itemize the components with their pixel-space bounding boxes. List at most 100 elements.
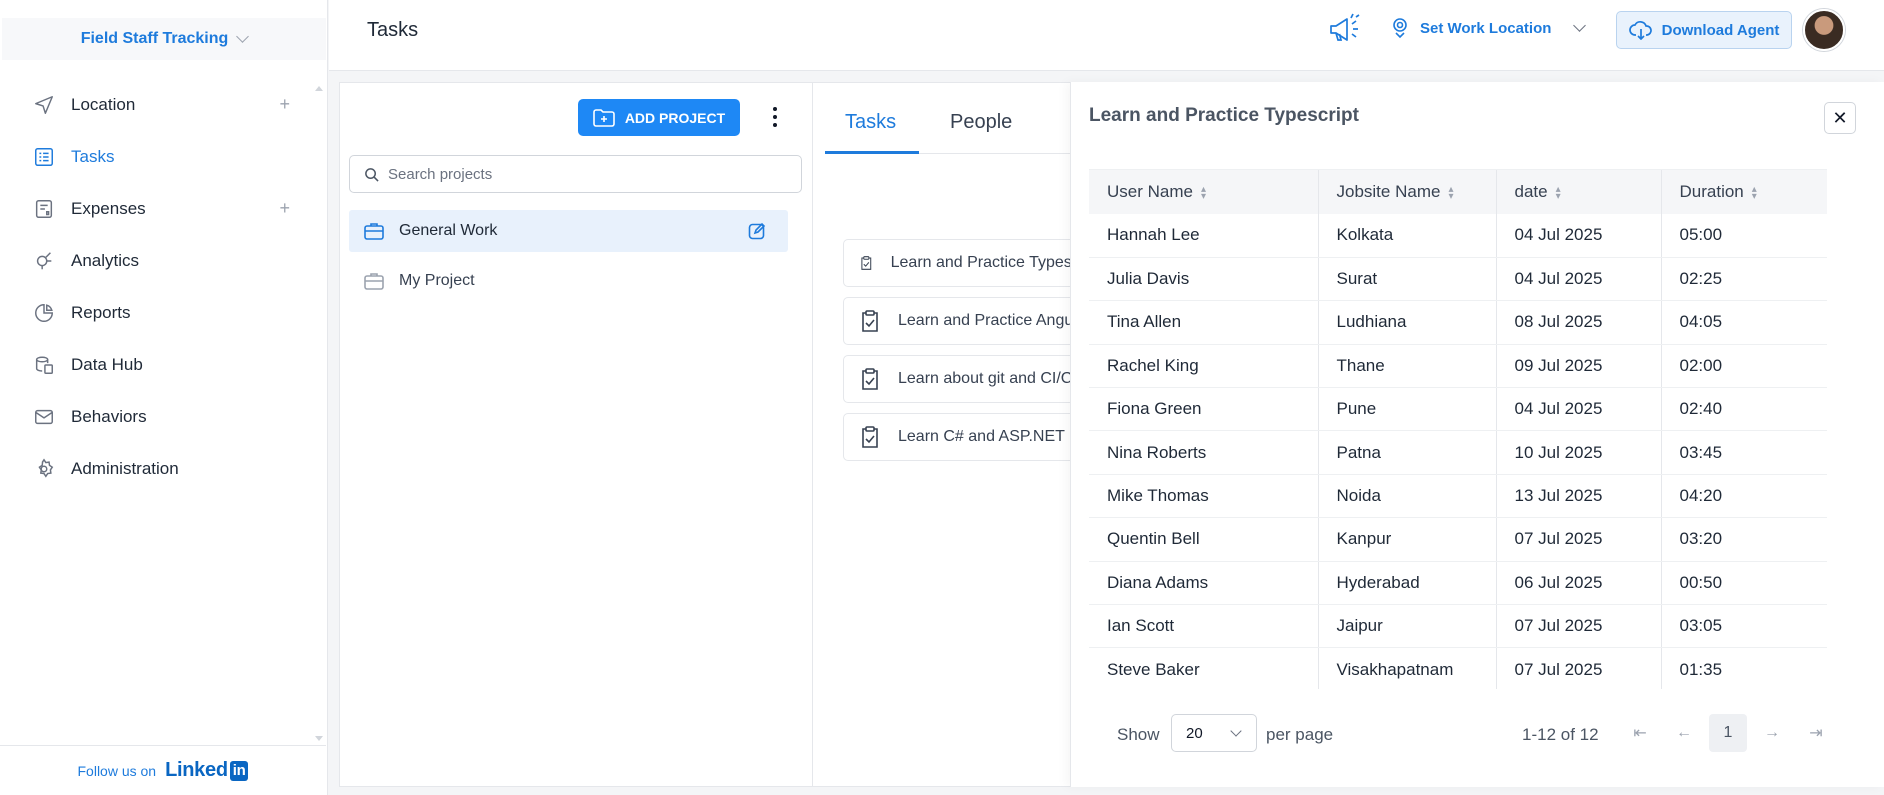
cell-duration: 02:40	[1661, 387, 1827, 432]
task-card[interactable]: Learn and Practice Angular	[843, 297, 1103, 345]
megaphone-icon[interactable]	[1327, 12, 1365, 46]
download-agent-button[interactable]: Download Agent	[1616, 11, 1792, 49]
cell-date: 09 Jul 2025	[1496, 344, 1662, 389]
pager: ⇤ ← 1 → ⇥	[1621, 714, 1835, 752]
edit-icon[interactable]	[748, 222, 766, 240]
sidebar-item-label: Tasks	[71, 147, 115, 166]
add-expense-icon[interactable]: +	[279, 199, 290, 217]
table-row[interactable]: Nina Roberts Patna 10 Jul 2025 03:45	[1089, 430, 1827, 475]
cell-jobsite-name: Noida	[1318, 474, 1497, 519]
column-date[interactable]: date ▴ ▾	[1496, 170, 1662, 214]
project-name: My Project	[399, 272, 475, 289]
tab-people[interactable]: People	[950, 111, 1012, 134]
set-work-location[interactable]: Set Work Location	[1390, 17, 1587, 39]
sidebar-item-data-hub[interactable]: Data Hub	[0, 339, 326, 391]
cell-user-name: Diana Adams	[1089, 561, 1319, 606]
project-item-general-work[interactable]: General Work	[349, 210, 788, 252]
cell-date: 07 Jul 2025	[1496, 647, 1662, 689]
gear-icon	[38, 458, 54, 478]
cell-user-name: Julia Davis	[1089, 257, 1319, 302]
table-row[interactable]: Hannah Lee Kolkata 04 Jul 2025 05:00	[1089, 214, 1827, 258]
workspace-name: Field Staff Tracking	[80, 30, 229, 47]
table-body: Hannah Lee Kolkata 04 Jul 2025 05:00 Julia D…	[1089, 214, 1827, 689]
cell-date: 04 Jul 2025	[1496, 214, 1662, 258]
cloud-download-icon	[1628, 21, 1652, 40]
task-title: Learn about git and CI/CD	[898, 370, 1084, 387]
page-number[interactable]: 1	[1709, 714, 1747, 752]
cell-date: 10 Jul 2025	[1496, 430, 1662, 475]
table-row[interactable]: Fiona Green Pune 04 Jul 2025 02:40	[1089, 387, 1827, 432]
page-size-select[interactable]: 20	[1171, 714, 1257, 752]
column-jobsite-name[interactable]: Jobsite Name ▴ ▾	[1318, 170, 1497, 214]
task-title: Learn C# and ASP.NET	[898, 428, 1065, 445]
tasks-icon	[35, 148, 53, 166]
task-card[interactable]: Learn about git and CI/CD	[843, 355, 1103, 403]
cell-jobsite-name: Pune	[1318, 387, 1497, 432]
add-project-label: ADD PROJECT	[624, 109, 726, 126]
cell-jobsite-name: Visakhapatnam	[1318, 647, 1497, 689]
cell-duration: 05:00	[1661, 214, 1827, 258]
column-user-name[interactable]: User Name ▴ ▾	[1089, 170, 1319, 214]
table-row[interactable]: Mike Thomas Noida 13 Jul 2025 04:20	[1089, 474, 1827, 519]
location-arrow-icon	[35, 96, 53, 114]
tab-tasks[interactable]: Tasks	[845, 111, 896, 134]
task-card[interactable]: Learn C# and ASP.NET	[843, 413, 1103, 461]
linkedin-logo[interactable]: Linked in	[165, 759, 249, 782]
column-duration[interactable]: Duration ▴ ▾	[1661, 170, 1827, 214]
avatar[interactable]	[1803, 9, 1845, 51]
workspace-switcher[interactable]: Field Staff Tracking	[2, 18, 326, 60]
sidebar-item-administration[interactable]: Administration	[0, 443, 326, 495]
cell-duration: 04:05	[1661, 300, 1827, 345]
close-button[interactable]: ✕	[1824, 102, 1856, 134]
cell-duration: 01:35	[1661, 647, 1827, 689]
search-icon	[365, 167, 379, 182]
sort-icon[interactable]: ▴ ▾	[1201, 184, 1206, 201]
sidebar-item-reports[interactable]: Reports	[0, 287, 326, 339]
expenses-icon	[35, 200, 53, 218]
chevron-down-icon	[236, 30, 250, 43]
table-row[interactable]: Ian Scott Jaipur 07 Jul 2025 03:05	[1089, 604, 1827, 649]
first-page-icon[interactable]: ⇤	[1621, 714, 1659, 752]
sort-icon[interactable]: ▴ ▾	[1752, 184, 1757, 201]
last-page-icon[interactable]: ⇥	[1797, 714, 1835, 752]
page-range: 1-12 of 12	[1522, 725, 1599, 744]
table-row[interactable]: Steve Baker Visakhapatnam 07 Jul 2025 01:35	[1089, 647, 1827, 689]
add-location-icon[interactable]: +	[279, 95, 290, 113]
search-input[interactable]	[388, 165, 768, 183]
cell-jobsite-name: Hyderabad	[1318, 561, 1497, 606]
reports-icon	[35, 304, 53, 322]
task-card[interactable]: Learn and Practice Typescript	[843, 239, 1103, 287]
sidebar-item-analytics[interactable]: Analytics	[0, 235, 326, 287]
table-row[interactable]: Quentin Bell Kanpur 07 Jul 2025 03:20	[1089, 517, 1827, 562]
sidebar-item-behaviors[interactable]: Behaviors	[0, 391, 326, 443]
cell-jobsite-name: Patna	[1318, 430, 1497, 475]
scroll-down-arrow[interactable]	[315, 736, 323, 741]
top-header: Tasks Set Work Location Download Agent	[329, 0, 1884, 71]
sort-icon[interactable]: ▴ ▾	[1556, 184, 1561, 201]
prev-page-icon[interactable]: ←	[1665, 714, 1703, 752]
table-row[interactable]: Rachel King Thane 09 Jul 2025 02:00	[1089, 344, 1827, 389]
cell-user-name: Hannah Lee	[1089, 214, 1319, 258]
cell-date: 07 Jul 2025	[1496, 517, 1662, 562]
sidebar-item-tasks[interactable]: Tasks	[0, 131, 326, 183]
sidebar-item-label: Behaviors	[71, 407, 147, 426]
tabs: Tasks People	[825, 83, 1085, 154]
task-detail-drawer: Learn and Practice Typescript ✕ User Nam…	[1070, 82, 1884, 787]
sidebar-item-label: Location	[71, 95, 136, 114]
linkedin-badge: in	[229, 760, 249, 781]
cell-user-name: Quentin Bell	[1089, 517, 1319, 562]
sidebar-item-location[interactable]: Location +	[0, 79, 326, 131]
more-options-icon[interactable]	[772, 107, 778, 127]
project-item-my-project[interactable]: My Project	[349, 260, 788, 302]
add-project-button[interactable]: ADD PROJECT	[578, 99, 740, 136]
next-page-icon[interactable]: →	[1753, 714, 1791, 752]
cell-user-name: Rachel King	[1089, 344, 1319, 389]
cell-date: 07 Jul 2025	[1496, 604, 1662, 649]
clipboard-check-icon	[861, 256, 872, 270]
table-row[interactable]: Tina Allen Ludhiana 08 Jul 2025 04:05	[1089, 300, 1827, 345]
table-row[interactable]: Diana Adams Hyderabad 06 Jul 2025 00:50	[1089, 561, 1827, 606]
table-row[interactable]: Julia Davis Surat 04 Jul 2025 02:25	[1089, 257, 1827, 302]
sort-icon[interactable]: ▴ ▾	[1448, 184, 1453, 201]
sidebar-item-expenses[interactable]: Expenses +	[0, 183, 326, 235]
map-pin-icon	[1393, 18, 1407, 39]
